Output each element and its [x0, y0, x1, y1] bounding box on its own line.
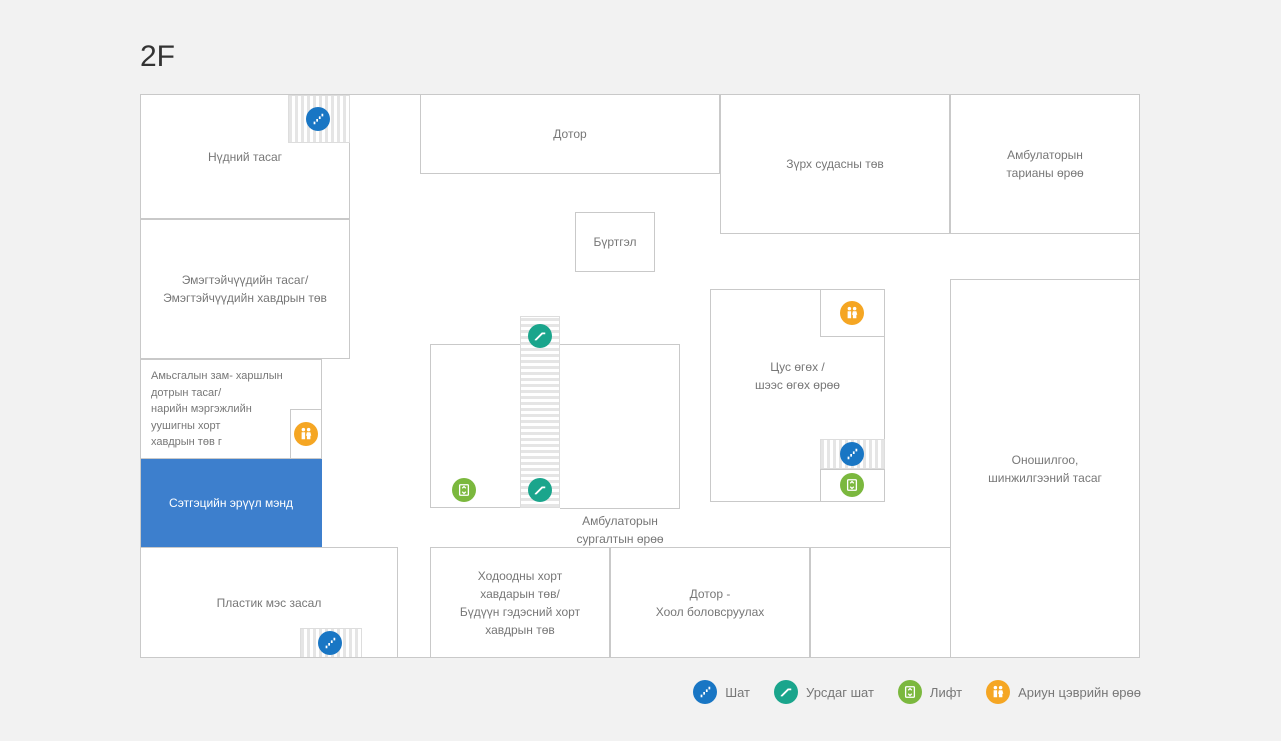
- restroom-icon: [294, 422, 318, 446]
- room-label: Зүрх судасны төв: [786, 155, 884, 173]
- restroom-icon: [986, 680, 1010, 704]
- room-label: Сэтгэцийн эрүүл мэнд: [169, 494, 293, 512]
- room-label: Амбулаторынтарианы өрөө: [1006, 146, 1083, 182]
- room-label: Цус өгөх /шээс өгөх өрөө: [755, 358, 840, 394]
- stairs-icon: [318, 631, 342, 655]
- stairs-icon: [840, 442, 864, 466]
- room-cardio[interactable]: Зүрх судасны төв: [720, 94, 950, 234]
- legend-item-restroom: Ариун цэврийн өрөө: [986, 680, 1141, 704]
- room-registration-1[interactable]: Бүртгэл: [575, 212, 655, 272]
- room-mental-health[interactable]: Сэтгэцийн эрүүл мэнд: [140, 459, 322, 547]
- legend-label: Лифт: [930, 685, 962, 700]
- room-gastro[interactable]: Дотор -Хоол боловсруулах: [610, 547, 810, 658]
- legend-label: Ариун цэврийн өрөө: [1018, 685, 1141, 700]
- room-label: Дотор: [553, 125, 586, 143]
- room-label: Эмэгтэйчүүдийн тасаг/Эмэгтэйчүүдийн хавд…: [163, 271, 327, 307]
- legend-item-escalator: Урсдаг шат: [774, 680, 874, 704]
- escalator-icon: [528, 324, 552, 348]
- room-gastro-cancer[interactable]: Ходоодны хортхавдарын төв/Бүдүүн гэдэсни…: [430, 547, 610, 658]
- legend: Шат Урсдаг шат Лифт Ариун цэврийн өрөө: [693, 680, 1141, 704]
- floor-label: 2F: [140, 40, 175, 74]
- room-internal[interactable]: Дотор: [420, 94, 720, 174]
- legend-label: Урсдаг шат: [806, 685, 874, 700]
- elevator-icon: [898, 680, 922, 704]
- elevator-icon: [840, 473, 864, 497]
- room-label: Дотор -Хоол боловсруулах: [656, 585, 765, 621]
- room-label: Бүртгэл: [593, 233, 636, 251]
- legend-item-stairs: Шат: [693, 680, 750, 704]
- reg2-outline: [560, 344, 680, 509]
- room-label: Оношилгоо,шинжилгээний тасаг: [988, 451, 1102, 487]
- room-diagnosis[interactable]: Оношилгоо,шинжилгээний тасаг: [950, 279, 1140, 658]
- bottom-right-outline: [810, 547, 950, 658]
- room-label: Ходоодны хортхавдарын төв/Бүдүүн гэдэсни…: [460, 567, 580, 639]
- room-label: Амьсгалын зам- харшлындотрын тасаг/нарий…: [151, 368, 283, 451]
- legend-label: Шат: [725, 685, 750, 700]
- restroom-icon: [840, 301, 864, 325]
- elevator-icon: [452, 478, 476, 502]
- legend-item-elevator: Лифт: [898, 680, 962, 704]
- stairs-icon: [693, 680, 717, 704]
- room-label: Нүдний тасаг: [208, 148, 282, 166]
- escalator-icon: [774, 680, 798, 704]
- room-ambulatory-injection[interactable]: Амбулаторынтарианы өрөө: [950, 94, 1140, 234]
- floor-map: Нүдний тасаг Дотор Зүрх судасны төв Амбу…: [140, 94, 1140, 658]
- room-label: Пластик мэс засал: [217, 594, 322, 612]
- stairs-icon: [306, 107, 330, 131]
- label-training: Амбулаторынсургалтын өрөө: [558, 512, 682, 548]
- room-women[interactable]: Эмэгтэйчүүдийн тасаг/Эмэгтэйчүүдийн хавд…: [140, 219, 350, 359]
- escalator-icon: [528, 478, 552, 502]
